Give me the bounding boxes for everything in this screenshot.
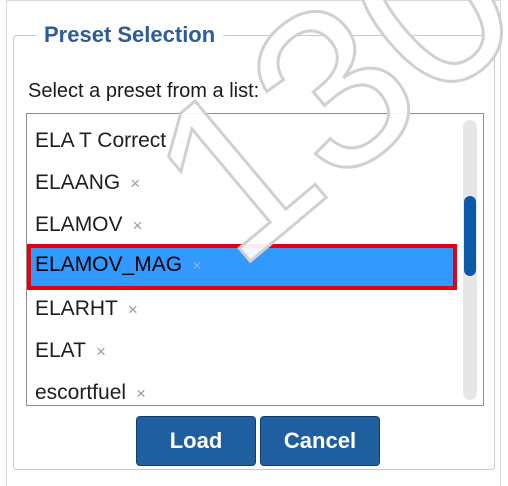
list-item[interactable]: ELA T Correct ×	[27, 120, 457, 162]
list-item-label: ELAMOV	[35, 213, 123, 236]
remove-icon[interactable]: ×	[136, 384, 146, 403]
list-item[interactable]: ELARHT ×	[27, 288, 457, 330]
list-item[interactable]: ELAANG ×	[27, 162, 457, 204]
list-item-label: ELAMOV_MAG	[35, 253, 183, 276]
list-item-selected[interactable]: ELAMOV_MAG ×	[27, 244, 457, 290]
select-prompt-label: Select a preset from a list:	[28, 80, 260, 102]
remove-icon[interactable]: ×	[96, 342, 106, 361]
preset-listbox[interactable]: ELA T Correct × ELAANG × ELAMOV × ELAMOV_MA…	[26, 113, 484, 406]
list-item[interactable]: escortfuel ×	[27, 372, 457, 405]
dialog-border-right	[500, 0, 501, 486]
vertical-scrollbar[interactable]	[463, 120, 477, 400]
load-button[interactable]: Load	[136, 416, 256, 466]
dialog-border-left	[6, 0, 7, 486]
dialog-border-top	[6, 0, 500, 1]
list-item-label: ELAANG	[35, 171, 121, 194]
group-legend: Preset Selection	[44, 22, 216, 47]
remove-icon[interactable]: ×	[192, 256, 202, 275]
list-item-label: ELA T Correct	[35, 129, 167, 152]
scrollbar-thumb[interactable]	[464, 196, 476, 276]
list-item-label: escortfuel	[35, 381, 127, 404]
remove-icon[interactable]: ×	[176, 132, 186, 151]
preset-selection-dialog: Preset Selection Select a preset from a …	[0, 0, 508, 486]
list-item-label: ELARHT	[35, 297, 118, 320]
remove-icon[interactable]: ×	[130, 174, 140, 193]
preset-list: ELA T Correct × ELAANG × ELAMOV × ELAMOV_MA…	[27, 120, 457, 405]
list-item[interactable]: ELAT ×	[27, 330, 457, 372]
list-item[interactable]: ELAMOV ×	[27, 204, 457, 246]
list-item-label: ELAT	[35, 339, 86, 362]
remove-icon[interactable]: ×	[128, 300, 138, 319]
cancel-button[interactable]: Cancel	[260, 416, 380, 466]
remove-icon[interactable]: ×	[133, 216, 143, 235]
